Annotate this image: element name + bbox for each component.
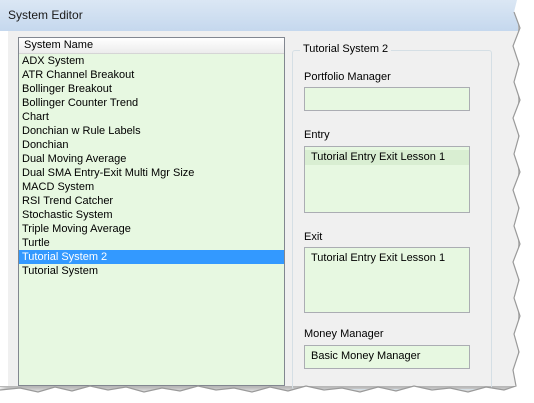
torn-edge-right <box>0 0 534 403</box>
torn-edge-shadow <box>0 11 521 393</box>
torn-edge-overlay <box>0 0 534 403</box>
